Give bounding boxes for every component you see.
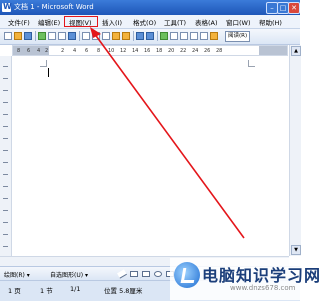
vertical-scrollbar[interactable]: ▲ ▼ (289, 45, 301, 256)
draw-menu[interactable]: 绘图(R) ▾ (4, 270, 30, 279)
rectangle-icon[interactable] (142, 271, 150, 277)
site-watermark: 电脑知识学习网 www.dnzs678.com (170, 258, 320, 300)
autoshapes-menu[interactable]: 自选图形(U) ▾ (50, 270, 88, 279)
status-position: 位置 5.8厘米 (104, 287, 143, 295)
annotation-arrow (90, 27, 245, 239)
arrow-line (93, 32, 245, 239)
scroll-down-icon[interactable]: ▼ (291, 245, 301, 255)
arrow-tool-icon[interactable] (130, 271, 138, 277)
line-icon[interactable] (117, 269, 127, 279)
status-page: 1 页 (8, 287, 21, 295)
arrow-head (90, 27, 101, 38)
status-page-of: 1/1 (70, 285, 81, 293)
status-section: 1 节 (40, 287, 53, 295)
oval-icon[interactable] (154, 271, 162, 277)
scroll-up-icon[interactable]: ▲ (291, 46, 301, 56)
watermark-url: www.dnzs678.com (230, 284, 296, 292)
watermark-logo-icon (174, 262, 200, 288)
watermark-brand: 电脑知识学习网 (202, 266, 320, 285)
